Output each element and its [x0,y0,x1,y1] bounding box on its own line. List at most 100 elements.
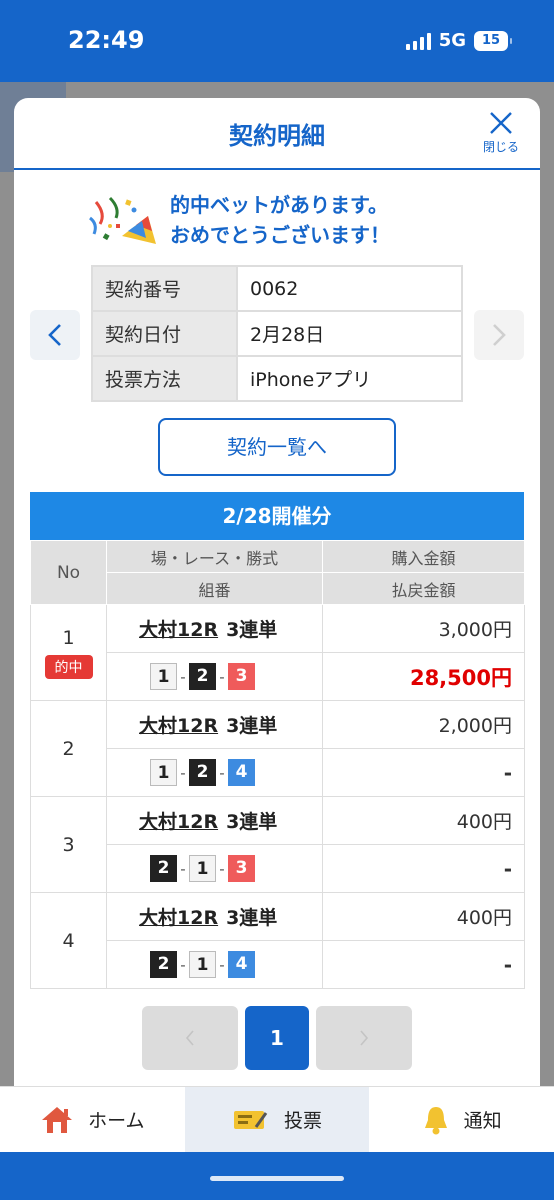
close-button[interactable]: 閉じる [476,110,526,155]
tab-vote[interactable]: 投票 [184,1087,370,1152]
dash: - [219,859,225,878]
header-no: No [30,540,107,605]
combo-cell: 2-1-4 [106,940,323,989]
contract-list-button[interactable]: 契約一覧へ [158,418,396,476]
chevron-left-icon [185,1030,194,1046]
boat-number: 4 [228,951,255,978]
modal-title: 契約明細 [229,122,325,150]
info-key: 契約日付 [91,310,238,357]
info-row: 契約番号 0062 [91,265,463,312]
race-link[interactable]: 大村12R [139,619,218,641]
info-value: 2月28日 [236,310,463,357]
header-combo: 組番 [106,572,323,605]
home-icon [42,1106,73,1133]
header-payout: 払戻金額 [322,572,525,605]
congrats-message: 的中ベットがあります。 おめでとうございます！ [170,190,390,250]
race-link[interactable]: 大村12R [139,811,218,833]
bet-number: 2 [62,737,75,760]
date-header: 2/28開催分 [30,492,524,540]
purchase-amount: 400円 [322,892,525,941]
tab-notify[interactable]: 通知 [369,1087,554,1152]
close-label: 閉じる [482,140,519,154]
table-row: 2 大村12R 3連単 2,000円 [30,700,525,797]
battery-icon: 15 [474,30,512,51]
page-current-button[interactable]: 1 [245,1006,309,1070]
previous-contract-button[interactable] [30,310,80,360]
contract-detail-modal: 契約明細 閉じる 的中ベットがあります。 おめでとうございます！ 契約番号 00… [14,98,540,1086]
page-next-button[interactable] [316,1006,412,1070]
modal-header: 契約明細 閉じる [14,98,540,170]
boat-number: 2 [150,951,177,978]
header-race: 場・レース・勝式 [106,540,323,573]
purchase-amount: 3,000円 [322,604,525,653]
race-cell: 大村12R 3連単 [106,604,323,653]
congrats-banner: 的中ベットがあります。 おめでとうございます！ [86,190,486,250]
dash: - [180,667,186,686]
tab-home[interactable]: ホーム [0,1087,185,1152]
combo-cell: 1-2-3 [106,652,323,701]
table-row: 4 大村12R 3連単 400円 [30,892,525,989]
dash: - [180,763,186,782]
bet-type: 3連単 [226,715,278,737]
home-indicator [210,1176,344,1181]
bet-type: 3連単 [226,811,278,833]
next-contract-button[interactable] [474,310,524,360]
bet-number: 1 [62,626,75,649]
purchase-amount: 400円 [322,796,525,845]
payout-amount: - [322,844,525,893]
bet-number: 4 [62,929,75,952]
boat-number: 2 [150,855,177,882]
race-cell: 大村12R 3連単 [106,700,323,749]
bet-number-cell: 4 [30,892,107,989]
race-cell: 大村12R 3連単 [106,796,323,845]
dash: - [219,763,225,782]
bet-type: 3連単 [226,619,278,641]
chevron-right-icon [493,324,506,346]
tab-home-label: ホーム [88,1110,145,1132]
boat-number: 3 [228,663,255,690]
boat-number: 2 [189,759,216,786]
info-row: 投票方法 iPhoneアプリ [91,355,463,402]
info-value: 0062 [236,265,463,312]
status-time: 22:49 [68,26,145,54]
bell-icon [424,1106,447,1134]
ticket-icon [234,1110,268,1129]
bet-number-cell: 2 [30,700,107,797]
bet-type: 3連単 [226,907,278,929]
congrats-line-2: おめでとうございます！ [170,223,390,247]
info-value: iPhoneアプリ [236,355,463,402]
tab-vote-label: 投票 [284,1110,323,1132]
boat-number: 1 [150,663,177,690]
payout-amount: 28,500円 [322,652,525,701]
table-header-row: No 場・レース・勝式 購入金額 [30,540,525,605]
info-key: 投票方法 [91,355,238,402]
close-icon [490,112,512,134]
race-link[interactable]: 大村12R [139,715,218,737]
bet-number-cell: 1 的中 [30,604,107,701]
race-link[interactable]: 大村12R [139,907,218,929]
table-row: 1 的中 大村12R 3連単 3,000円 [30,604,525,701]
info-row: 契約日付 2月28日 [91,310,463,357]
hit-badge: 的中 [44,654,93,679]
bottom-tab-bar: ホーム 投票 通知 [0,1086,554,1152]
combo-cell: 1-2-4 [106,748,323,797]
combo-cell: 2-1-3 [106,844,323,893]
boat-number: 3 [228,855,255,882]
dash: - [219,667,225,686]
signal-icon [405,32,431,50]
pagination: 1 [142,1006,412,1070]
boat-number: 4 [228,759,255,786]
status-bar: 22:49 5G 15 [0,0,554,82]
bet-number: 3 [62,833,75,856]
status-indicators: 5G 15 [405,30,512,51]
page-prev-button[interactable] [142,1006,238,1070]
chevron-left-icon [48,324,61,346]
tab-notify-label: 通知 [463,1110,502,1132]
info-key: 契約番号 [91,265,238,312]
payout-amount: - [322,940,525,989]
congrats-line-1: 的中ベットがあります。 [170,193,388,217]
dash: - [219,955,225,974]
race-cell: 大村12R 3連単 [106,892,323,941]
party-popper-icon [89,196,156,244]
bets-table: No 場・レース・勝式 購入金額 組番 払戻金額 1 的中 大村12R 3連単 3… [30,540,525,989]
